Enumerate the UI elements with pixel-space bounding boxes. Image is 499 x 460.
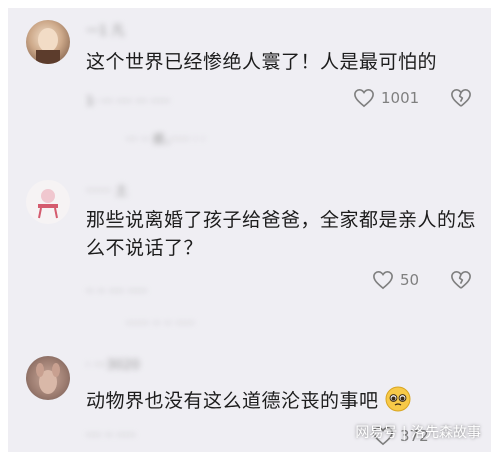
comment-panel: 一1 凡 这个世界已经惨绝人寰了！人是最可怕的 1· ··· ···· ··· … [8, 8, 491, 452]
username[interactable]: · ···3020 [86, 358, 140, 373]
comment-meta: ···· ·· ····· [86, 428, 136, 442]
avatar-image [36, 28, 60, 64]
broken-heart-icon [451, 89, 471, 107]
comment-text: 这个世界已经惨绝人寰了！人是最可怕的 [86, 51, 438, 73]
pleading-face-icon [385, 386, 411, 412]
reply-preview[interactable]: ······ ·· ·· ····· [126, 316, 195, 330]
avatar-image [36, 363, 60, 394]
username[interactable]: 一1 凡 [86, 20, 124, 39]
like-button[interactable]: 1001 [353, 88, 419, 108]
comment-text-content: 动物界也没有这么道德沦丧的事吧 [86, 390, 379, 412]
like-count: 50 [400, 271, 420, 289]
avatar[interactable] [26, 180, 70, 224]
comment-text: 动物界也没有这么道德沦丧的事吧 [86, 386, 476, 415]
dislike-button[interactable] [450, 270, 472, 294]
comment-text: 那些说离婚了孩子给爸爸，全家都是亲人的怎么不说话了？ [86, 209, 477, 259]
source-watermark: 网易号 | 洛先森故事 [355, 425, 481, 441]
avatar[interactable] [26, 356, 70, 400]
dislike-button[interactable] [450, 88, 472, 112]
like-button[interactable]: 50 [372, 270, 419, 290]
avatar[interactable] [26, 20, 70, 64]
avatar-image [38, 189, 58, 219]
heart-icon [354, 88, 374, 108]
heart-icon [373, 270, 393, 290]
reply-preview[interactable]: ··· ·· 痕，····· · · [126, 130, 205, 147]
comment-meta: 1· ··· ···· ··· ····· [86, 94, 170, 108]
comment-meta: ·· ·· ···· ····· [86, 284, 148, 298]
like-count: 1001 [381, 89, 420, 107]
broken-heart-icon [451, 271, 471, 289]
username[interactable]: ······ 土 [86, 180, 128, 199]
